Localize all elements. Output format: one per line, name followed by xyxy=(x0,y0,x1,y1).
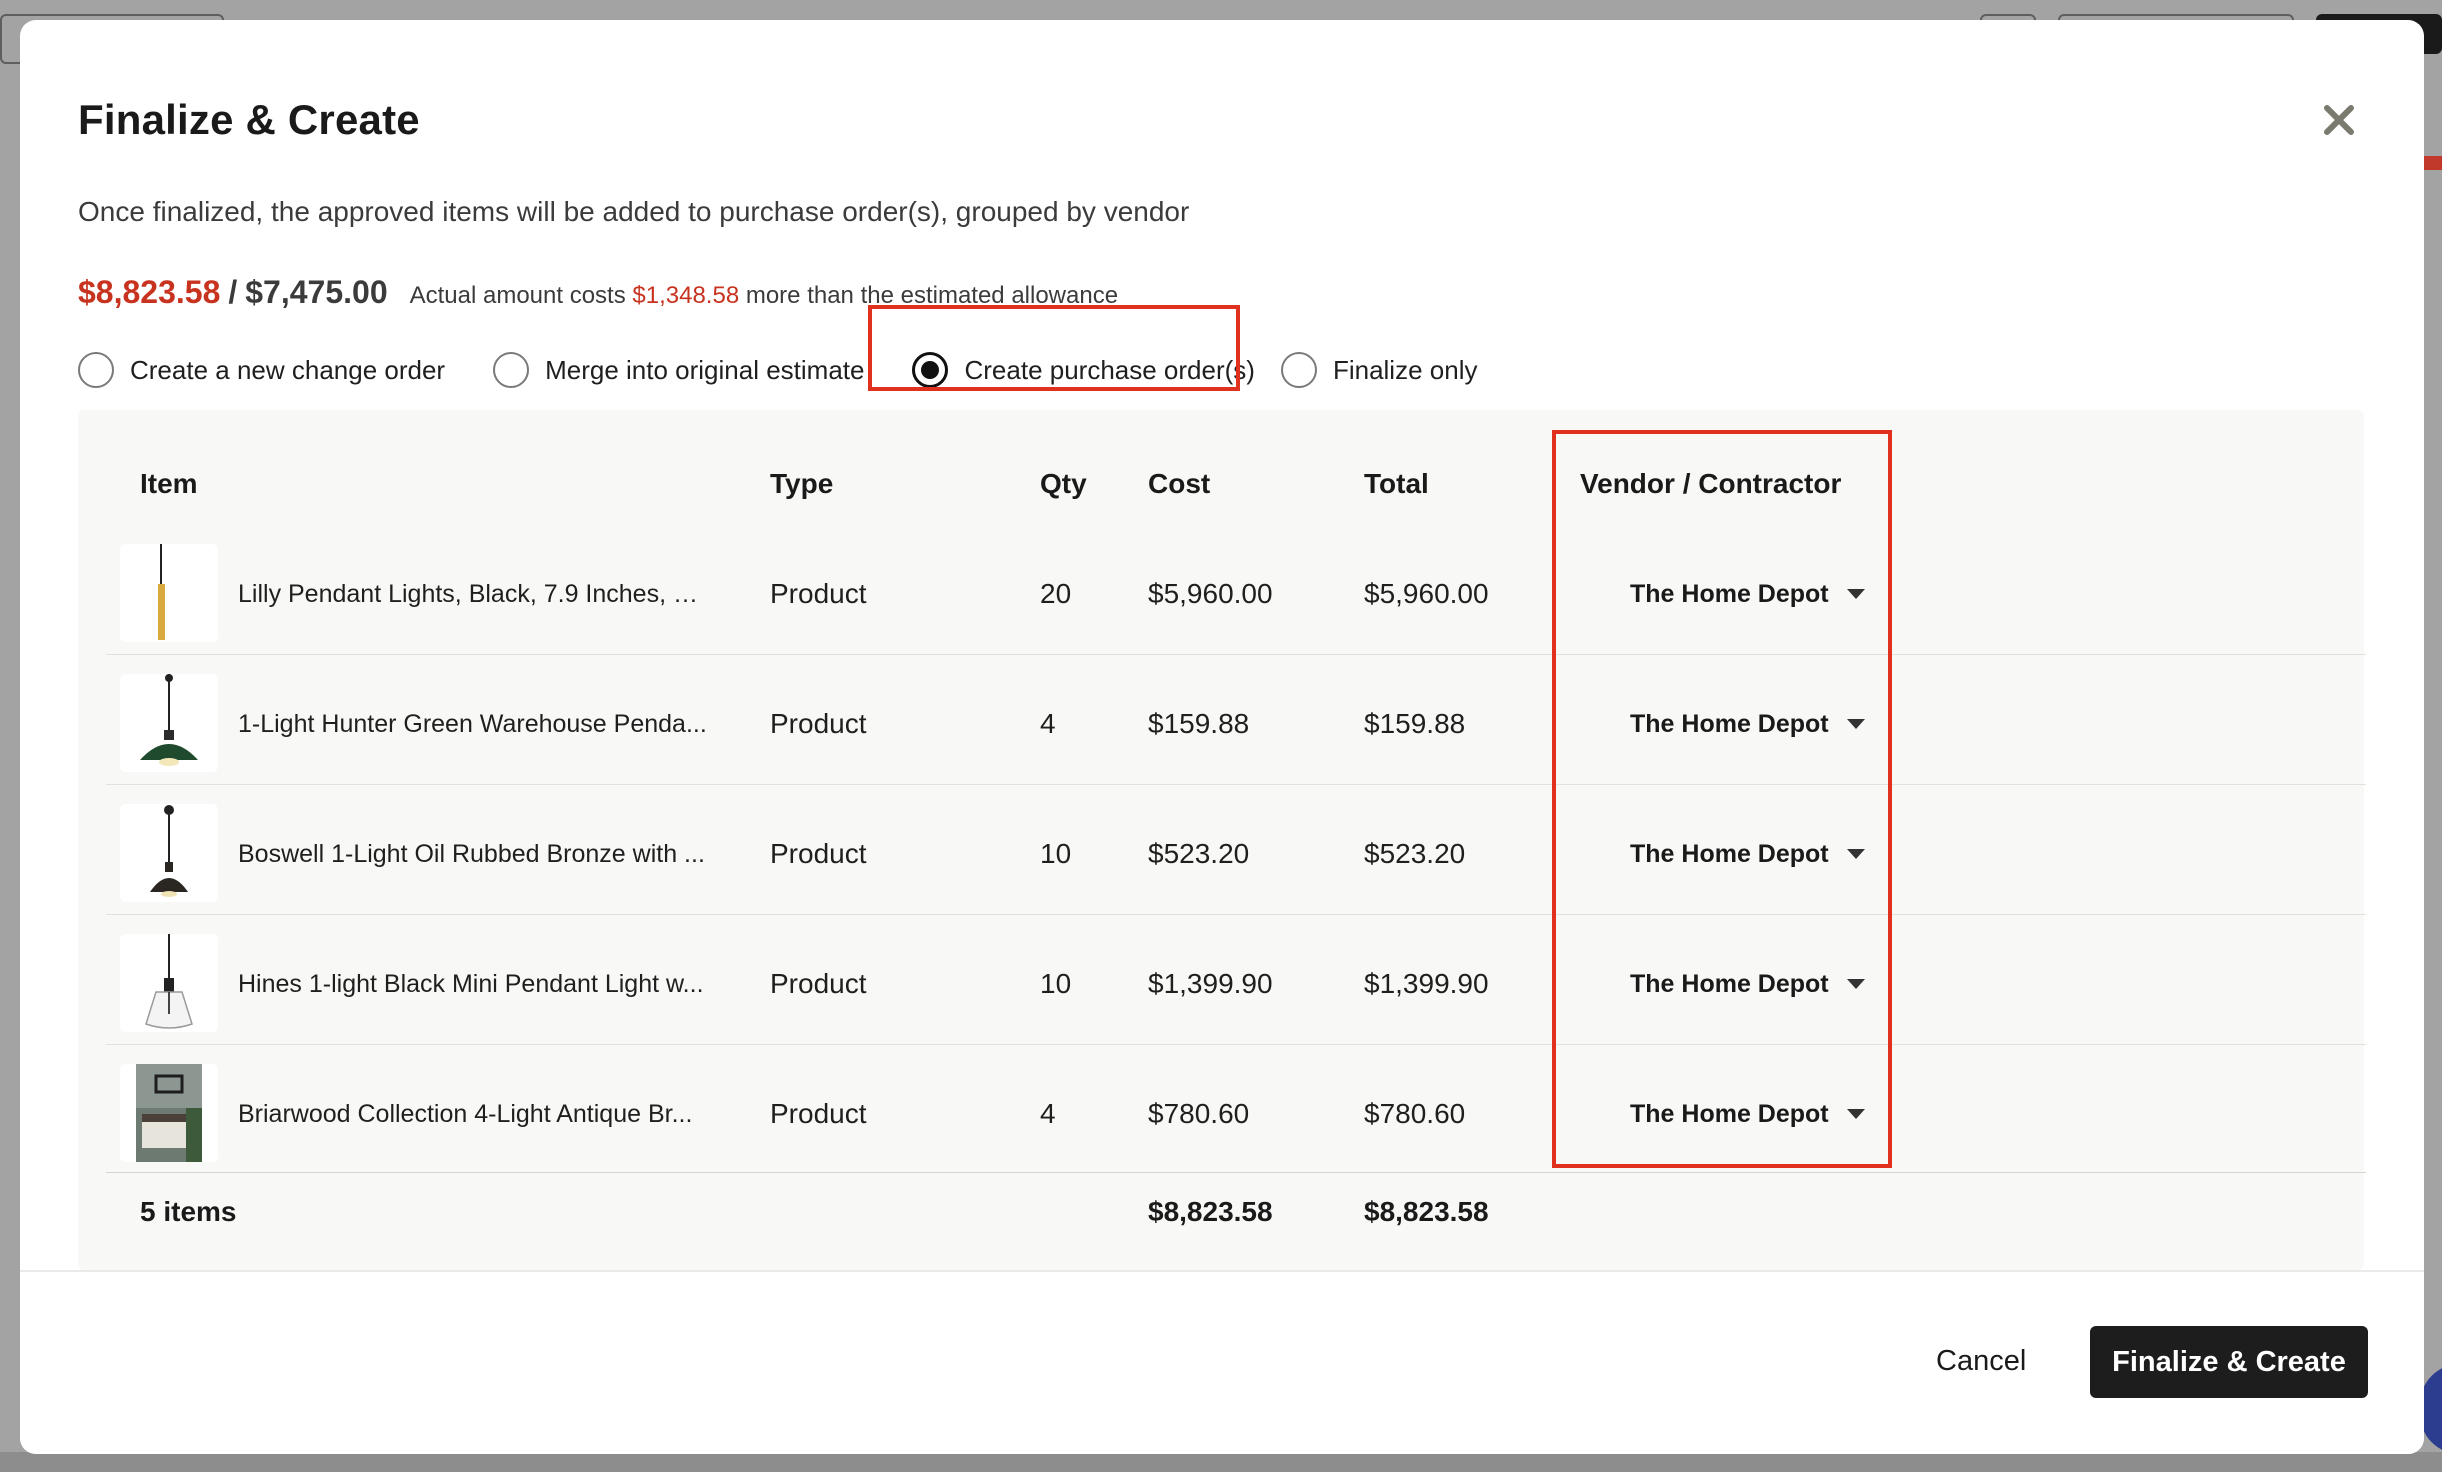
item-total: $5,960.00 xyxy=(1364,578,1489,609)
radio-unchecked-icon[interactable] xyxy=(1280,352,1317,388)
item-type: Product xyxy=(770,1098,867,1129)
header-item: Item xyxy=(140,468,198,499)
item-count: 5 items xyxy=(140,1196,237,1227)
radio-unchecked-icon[interactable] xyxy=(493,352,530,388)
table-footer: 5 items $8,823.58 $8,823.58 xyxy=(106,1168,2366,1248)
estimated-amount: $7,475.00 xyxy=(245,274,388,310)
vendor-select-value: The Home Depot xyxy=(1630,969,1829,998)
row-divider xyxy=(106,1044,2366,1045)
item-total: $1,399.90 xyxy=(1364,968,1489,999)
cancel-button[interactable]: Cancel xyxy=(1920,1326,2042,1396)
pendant-light-gold-icon xyxy=(120,544,218,642)
option-label: Create purchase order(s) xyxy=(964,354,1255,385)
cost-sum: $8,823.58 xyxy=(1148,1196,1273,1227)
vendor-select-value: The Home Depot xyxy=(1630,1099,1829,1128)
option-label: Create a new change order xyxy=(130,354,446,385)
table-row: Boswell 1-Light Oil Rubbed Bronze with .… xyxy=(106,790,2366,920)
option-merge-estimate[interactable]: Merge into original estimate xyxy=(493,352,864,388)
chevron-down-icon xyxy=(1846,589,1865,599)
item-type: Product xyxy=(770,578,867,609)
finalize-create-dialog: Finalize & Create Once finalized, the ap… xyxy=(20,20,2424,1454)
option-create-purchase-orders[interactable]: Create purchase order(s) xyxy=(912,352,1255,388)
pendant-light-bronze-icon xyxy=(120,804,218,902)
item-cost: $523.20 xyxy=(1148,838,1250,869)
header-qty: Qty xyxy=(1040,468,1087,499)
header-type: Type xyxy=(770,468,834,499)
background-table-strip xyxy=(0,1452,2442,1472)
vendor-select[interactable]: The Home Depot xyxy=(1630,1086,1865,1142)
table-row: Briarwood Collection 4-Light Antique Br.… xyxy=(106,1050,2366,1180)
amount-note-prefix: Actual amount costs xyxy=(409,282,626,309)
option-finalize-only[interactable]: Finalize only xyxy=(1280,352,1478,388)
header-cost: Cost xyxy=(1148,468,1211,499)
item-total: $780.60 xyxy=(1364,1098,1466,1129)
item-type: Product xyxy=(770,838,867,869)
chevron-down-icon xyxy=(1846,849,1865,859)
item-name: Boswell 1-Light Oil Rubbed Bronze with .… xyxy=(238,840,705,868)
amount-summary: $8,823.58 / $7,475.00 Actual amount cost… xyxy=(78,274,1118,311)
item-cost: $5,960.00 xyxy=(1148,578,1273,609)
table-row: Lilly Pendant Lights, Black, 7.9 Inches,… xyxy=(106,530,2366,660)
radio-unchecked-icon[interactable] xyxy=(78,352,114,388)
option-label: Merge into original estimate xyxy=(545,354,865,385)
pendant-light-green-icon xyxy=(120,674,218,772)
items-table: Item Type Qty Cost Total Vendor / Contra… xyxy=(78,410,2366,1270)
item-qty: 4 xyxy=(1040,1098,1056,1129)
chevron-down-icon xyxy=(1846,719,1865,729)
item-type: Product xyxy=(770,708,867,739)
amount-note: Actual amount costs $1,348.58 more than … xyxy=(410,282,1118,310)
vendor-select-value: The Home Depot xyxy=(1630,709,1829,738)
amount-note-suffix: more than the estimated allowance xyxy=(745,282,1119,309)
finalize-create-button[interactable]: Finalize & Create xyxy=(2090,1326,2368,1398)
item-cost: $1,399.90 xyxy=(1148,968,1273,999)
dialog-subtitle: Once finalized, the approved items will … xyxy=(78,196,1190,227)
item-cost: $780.60 xyxy=(1148,1098,1250,1129)
pendant-light-glass-icon xyxy=(120,934,218,1032)
actual-amount: $8,823.58 xyxy=(78,274,221,310)
option-label: Finalize only xyxy=(1332,354,1478,385)
header-total: Total xyxy=(1364,468,1429,499)
item-qty: 10 xyxy=(1040,968,1072,999)
table-row: Hines 1-light Black Mini Pendant Light w… xyxy=(106,920,2366,1050)
chevron-down-icon xyxy=(1846,1109,1865,1119)
chandelier-room-photo xyxy=(120,1064,218,1162)
vendor-select[interactable]: The Home Depot xyxy=(1630,826,1865,882)
item-qty: 4 xyxy=(1040,708,1056,739)
item-name: Briarwood Collection 4-Light Antique Br.… xyxy=(238,1100,693,1128)
row-divider xyxy=(106,914,2366,915)
item-qty: 10 xyxy=(1040,838,1072,869)
vendor-select-value: The Home Depot xyxy=(1630,579,1829,608)
item-total: $159.88 xyxy=(1364,708,1466,739)
finalize-options: Create a new change order Merge into ori… xyxy=(78,346,1477,394)
amount-difference: $1,348.58 xyxy=(632,282,740,309)
item-qty: 20 xyxy=(1040,578,1072,609)
item-name: Lilly Pendant Lights, Black, 7.9 Inches,… xyxy=(238,580,708,608)
amount-separator: / xyxy=(228,274,238,310)
radio-checked-icon[interactable] xyxy=(912,352,949,388)
table-row: 1-Light Hunter Green Warehouse Penda... … xyxy=(106,660,2366,790)
header-vendor: Vendor / Contractor xyxy=(1580,468,1842,499)
vendor-select[interactable]: The Home Depot xyxy=(1630,566,1865,622)
item-name: Hines 1-light Black Mini Pendant Light w… xyxy=(238,970,704,998)
row-divider xyxy=(106,654,2366,655)
item-total: $523.20 xyxy=(1364,838,1466,869)
vendor-select[interactable]: The Home Depot xyxy=(1630,696,1865,752)
dialog-footer: Cancel Finalize & Create xyxy=(20,1270,2424,1454)
vendor-select[interactable]: The Home Depot xyxy=(1630,956,1865,1012)
item-cost: $159.88 xyxy=(1148,708,1250,739)
option-new-change-order[interactable]: Create a new change order xyxy=(78,352,445,388)
row-divider xyxy=(106,784,2366,785)
chevron-down-icon xyxy=(1846,979,1865,989)
item-type: Product xyxy=(770,968,867,999)
vendor-select-value: The Home Depot xyxy=(1630,839,1829,868)
dialog-title: Finalize & Create xyxy=(78,96,420,143)
close-icon[interactable] xyxy=(2320,102,2356,138)
total-sum: $8,823.58 xyxy=(1364,1196,1489,1227)
item-name: 1-Light Hunter Green Warehouse Penda... xyxy=(238,710,707,738)
